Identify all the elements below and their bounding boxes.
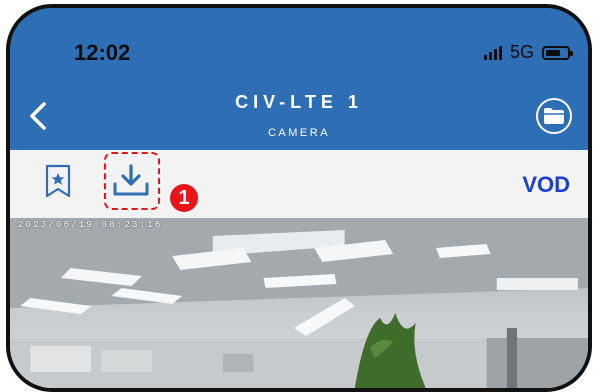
battery-icon (542, 45, 573, 60)
nav-header: CIV-LTE 1 CAMERA (10, 82, 588, 150)
folder-icon (544, 108, 564, 124)
page-subtitle: CAMERA (267, 127, 331, 139)
signal-icon (483, 45, 502, 60)
network-type: 5G (509, 42, 534, 62)
download-button[interactable] (110, 162, 152, 200)
status-bar: 12:02 5G (10, 8, 588, 88)
phone-frame: 12:02 5G CIV-LTE 1 CAMERA 1 VOD 2023/06/… (6, 4, 592, 392)
bookmark-star-icon (45, 164, 71, 198)
toolbar: 1 VOD (10, 150, 588, 218)
page-title: CIV-LTE 1 (235, 92, 363, 112)
status-indicators: 5G (483, 42, 573, 63)
bookmark-button[interactable] (44, 164, 72, 198)
folder-button[interactable] (536, 98, 572, 134)
vod-button[interactable]: VOD (522, 172, 570, 198)
status-time: 12:02 (74, 40, 131, 65)
video-timestamp: 2023/06/19 08:23:16 (18, 220, 163, 230)
step-number-badge: 1 (170, 184, 198, 212)
download-icon (113, 164, 149, 196)
